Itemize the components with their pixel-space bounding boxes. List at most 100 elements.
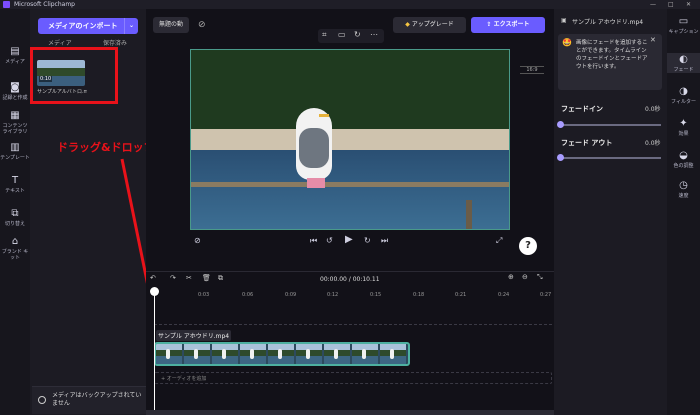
nav-label: テキスト <box>5 188 25 194</box>
fit-timeline-icon[interactable]: ⤡ <box>537 273 543 282</box>
highlight-box <box>30 47 118 104</box>
maximize-button[interactable]: □ <box>668 0 674 9</box>
upgrade-label: アップグレード <box>411 21 454 28</box>
preview-toolbar: ⌗ ▭ ↻ ⋯ <box>318 29 384 43</box>
nav-item-color[interactable]: ◒ 色の調整 <box>667 149 700 169</box>
close-button[interactable]: ✕ <box>686 0 691 9</box>
nav-item-filters[interactable]: ◑ フィルター <box>667 85 700 105</box>
nav-label: フェード <box>673 67 694 73</box>
timeline-scrollbar[interactable] <box>146 410 554 415</box>
nav-label: テンプレート <box>0 155 30 161</box>
tab-saved[interactable]: 保存済み <box>103 38 127 47</box>
title-bar: Microsoft Clipchamp — □ ✕ <box>0 0 700 9</box>
crop-icon[interactable]: ⌗ <box>322 30 327 40</box>
nav-label: 記録と作成 <box>2 95 28 101</box>
playhead[interactable] <box>154 291 155 415</box>
skip-forward-icon[interactable]: ⏭ <box>381 236 388 246</box>
video-preview[interactable] <box>190 49 510 230</box>
library-icon: ▦ <box>10 110 20 121</box>
skip-back-icon[interactable]: ⏮ <box>310 236 317 246</box>
fade-out-slider[interactable] <box>561 157 661 159</box>
forward-icon[interactable]: ↻ <box>364 236 371 245</box>
playhead-handle[interactable] <box>150 287 159 296</box>
text-icon: T <box>11 175 19 186</box>
caption-icon: ▭ <box>678 16 689 27</box>
nav-item-record[interactable]: ◙ 記録と作成 <box>0 81 30 101</box>
timeline-tick: 0:18 <box>413 292 425 298</box>
nav-item-effects[interactable]: ✦ 効果 <box>667 117 700 137</box>
nav-item-library[interactable]: ▦ コンテンツ ライブラリ <box>0 109 30 135</box>
color-icon: ◒ <box>679 150 688 161</box>
undo-icon[interactable]: ↶ <box>150 274 156 282</box>
nav-item-text[interactable]: T テキスト <box>0 174 30 194</box>
nav-label: ブランド キット <box>1 249 29 261</box>
fade-out-value: 0.0秒 <box>645 140 661 147</box>
filter-icon: ◑ <box>679 86 688 97</box>
total-time: 00:10.11 <box>352 276 380 283</box>
delete-icon[interactable]: 🗑 <box>202 274 211 282</box>
minimize-button[interactable]: — <box>650 0 656 9</box>
nav-label: 切り替え <box>4 221 25 227</box>
fade-icon: ◐ <box>679 54 688 65</box>
aspect-ratio[interactable]: 16:9 <box>520 66 544 74</box>
fade-in-label: フェードイン <box>561 105 603 113</box>
fade-in-slider[interactable] <box>561 124 661 126</box>
upload-icon: ⇪ <box>486 21 494 28</box>
media-icon: ▤ <box>10 46 20 57</box>
nav-item-brand[interactable]: ⌂ ブランド キット <box>0 235 30 261</box>
template-icon: ▥ <box>10 142 20 153</box>
timeline-tick: 0:15 <box>370 292 382 298</box>
more-icon[interactable]: ⋯ <box>370 30 378 39</box>
nav-label: メディア <box>5 59 25 65</box>
clip-label: サンプル アホウドリ.mp4 <box>156 330 232 341</box>
play-icon[interactable]: ▶ <box>345 234 353 245</box>
nav-item-media[interactable]: ▤ メディア <box>0 45 30 65</box>
nav-item-fade[interactable]: ◐ フェード <box>667 53 700 73</box>
import-media-button[interactable]: メディアのインポート ⌄ <box>38 18 138 34</box>
duplicate-icon[interactable]: ⧉ <box>218 274 223 283</box>
timeline-tick: 0:09 <box>285 292 297 298</box>
panel-file-title: サンプル アホウドリ.mp4 <box>572 19 644 26</box>
backup-notice[interactable]: メディアはバックアップされていません <box>32 386 146 414</box>
audio-track[interactable]: + オーディオを追加 <box>154 372 552 384</box>
app-title: Microsoft Clipchamp <box>14 1 75 8</box>
zoom-out-icon[interactable]: ⊖ <box>522 273 528 281</box>
close-icon[interactable]: ✕ <box>650 36 656 44</box>
timeline-tick: 0:24 <box>498 292 510 298</box>
rewind-icon[interactable]: ↺ <box>326 236 333 245</box>
export-button[interactable]: ⇪ エクスポート <box>471 17 545 33</box>
record-icon: ◙ <box>10 82 20 93</box>
fade-out-handle[interactable] <box>557 154 564 161</box>
zoom-in-icon[interactable]: ⊕ <box>508 273 514 281</box>
brand-icon: ⌂ <box>11 236 19 247</box>
fullscreen-icon[interactable]: ⤢ <box>496 236 502 246</box>
chevron-down-icon[interactable]: ⌄ <box>124 18 138 34</box>
nav-item-templates[interactable]: ▥ テンプレート <box>0 141 30 161</box>
captions-off-icon[interactable]: ⊘ <box>194 236 201 245</box>
time-display: 00:00.00 / 00:10.11 <box>320 276 380 283</box>
timeline-tick: 0:12 <box>327 292 339 298</box>
nav-label: フィルター <box>671 99 696 105</box>
tab-media[interactable]: メディア <box>48 38 72 47</box>
nav-item-speed[interactable]: ◷ 速度 <box>667 179 700 199</box>
fit-icon[interactable]: ▭ <box>338 30 346 39</box>
redo-icon[interactable]: ↷ <box>170 274 176 282</box>
video-file-icon: ▣ <box>561 17 567 24</box>
fade-info-box: 🤩 画像にフェードを追加することができます。タイムラインのフェードインとフェード… <box>558 34 662 90</box>
timeline-tick: 0:21 <box>455 292 467 298</box>
upgrade-button[interactable]: ◆ アップグレード <box>393 17 466 33</box>
rotate-icon[interactable]: ↻ <box>354 30 361 39</box>
cloud-off-icon[interactable]: ⊘ <box>198 20 206 30</box>
project-name-field[interactable]: 無題の動 <box>153 17 189 33</box>
split-icon[interactable]: ✂ <box>186 274 192 282</box>
left-nav: ▤ メディア ◙ 記録と作成 ▦ コンテンツ ライブラリ ▥ テンプレート T … <box>0 9 30 415</box>
fade-in-handle[interactable] <box>557 121 564 128</box>
help-button[interactable]: ? <box>519 237 537 255</box>
nav-item-captions[interactable]: ▭ キャプション <box>667 15 700 35</box>
current-time: 00:00.00 <box>320 276 347 283</box>
transition-icon: ⧉ <box>11 208 19 219</box>
app-logo-icon <box>3 1 10 8</box>
timeline-tick: 0:03 <box>198 292 210 298</box>
video-clip[interactable] <box>154 342 410 366</box>
nav-item-transitions[interactable]: ⧉ 切り替え <box>0 207 30 227</box>
